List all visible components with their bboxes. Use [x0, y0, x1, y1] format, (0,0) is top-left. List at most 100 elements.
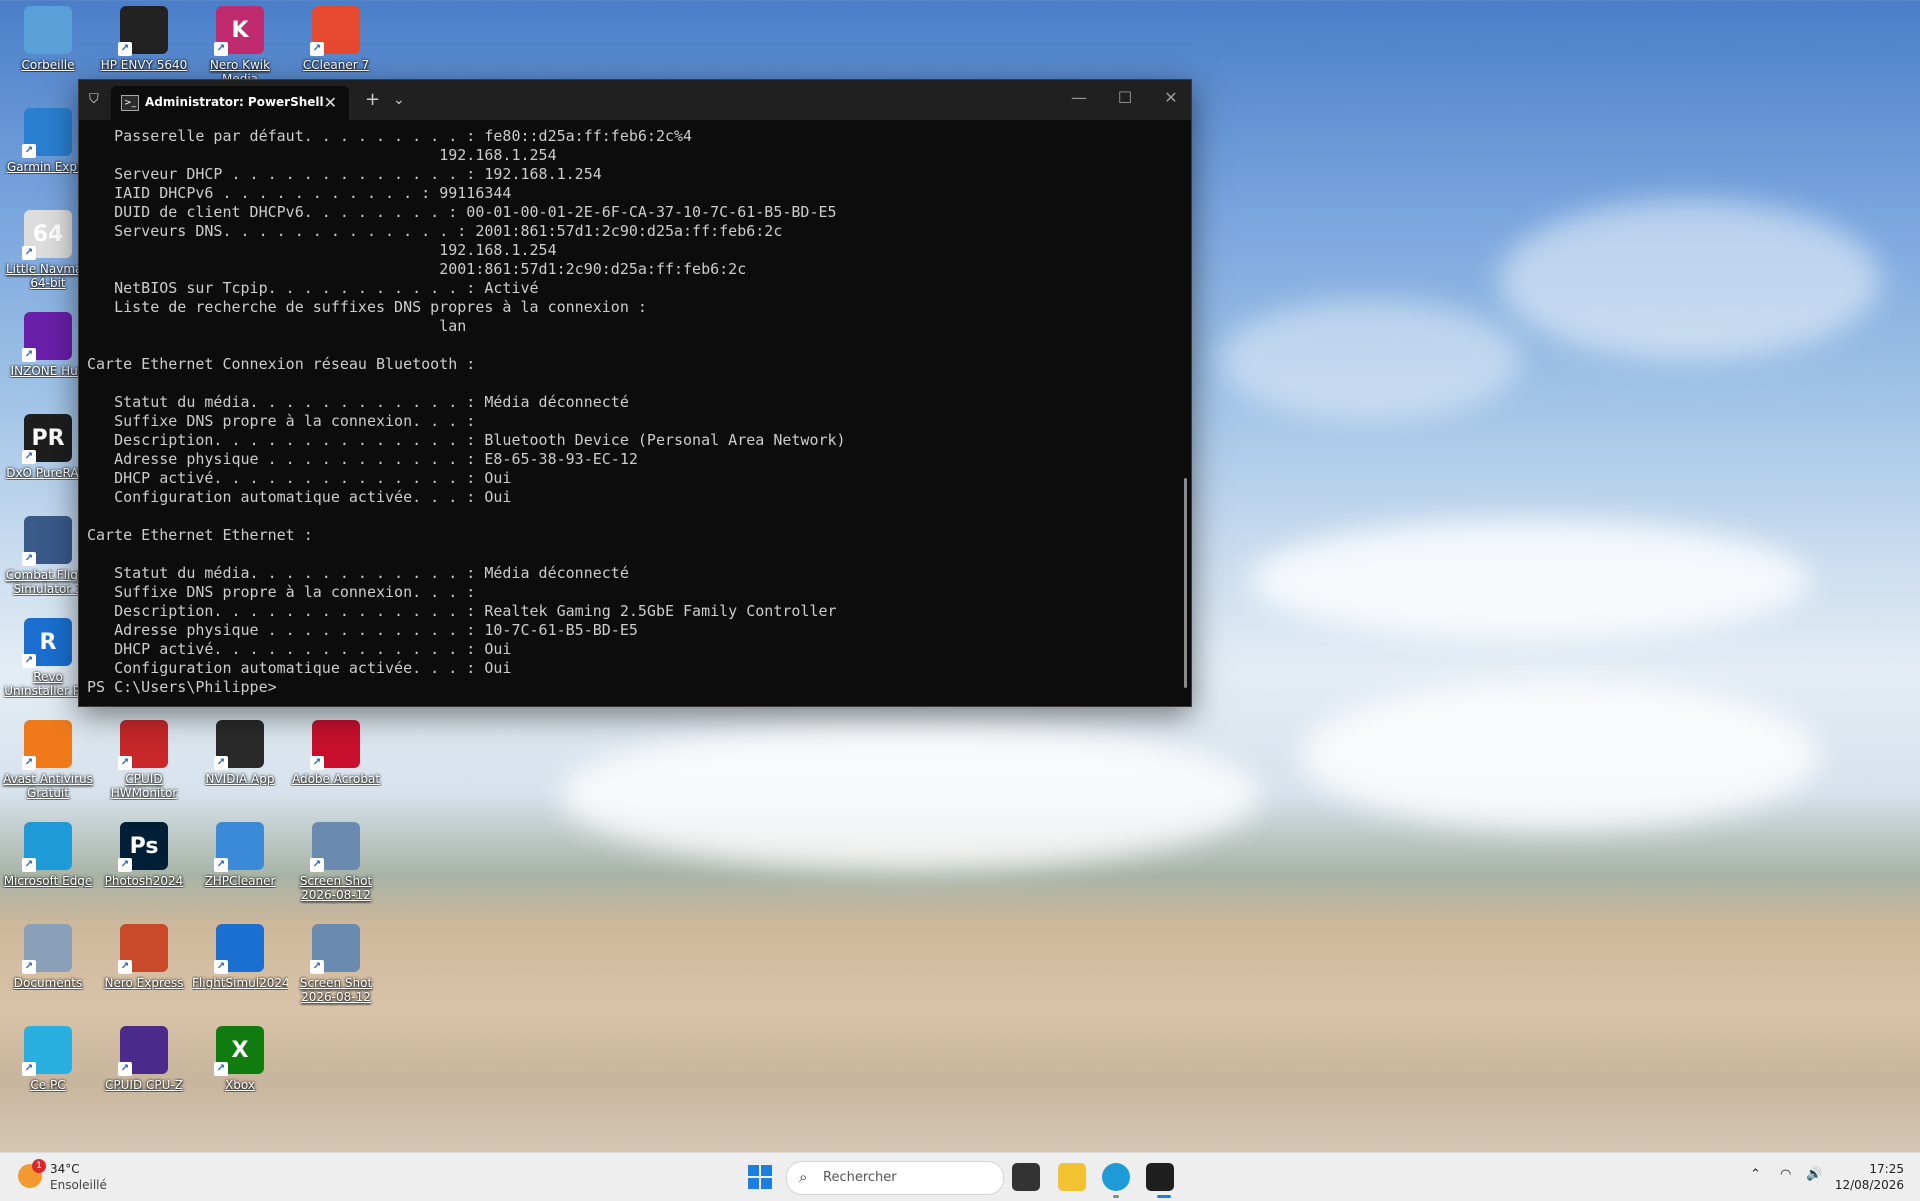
desktop-icon[interactable]: X ↗ Xbox — [192, 1020, 288, 1092]
cloud — [1250, 520, 1810, 640]
wifi-icon[interactable]: ◠ — [1780, 1167, 1791, 1182]
recycle-bin-icon — [24, 6, 72, 54]
shortcut-arrow-icon: ↗ — [22, 144, 36, 158]
shortcut-arrow-icon: ↗ — [310, 858, 324, 872]
desktop-icon[interactable]: ↗ ZHPCleaner — [192, 816, 288, 888]
console-line: Statut du média. . . . . . . . . . . . :… — [87, 393, 629, 411]
desktop-icon[interactable]: ↗ CPUID CPU-Z — [96, 1020, 192, 1092]
desktop-icon[interactable]: Ps ↗ Photosh2024 — [96, 816, 192, 888]
windows-logo-icon — [748, 1165, 759, 1176]
cloud — [1220, 300, 1520, 420]
weather-condition[interactable]: Ensoleillé — [50, 1178, 107, 1192]
scrollbar[interactable] — [1184, 478, 1187, 688]
desktop-icon-label: Nero Express — [104, 976, 184, 990]
weather-temperature[interactable]: 34°C — [50, 1162, 80, 1176]
console-line: Statut du média. . . . . . . . . . . . :… — [87, 564, 629, 582]
desktop-icon[interactable]: ↗ NVIDIA App — [192, 714, 288, 786]
windows-logo-icon — [748, 1178, 759, 1189]
desktop-icon-label: Xbox — [225, 1078, 255, 1092]
desktop-icon[interactable]: ↗ Nero Express — [96, 918, 192, 990]
desktop-icon[interactable]: Corbeille — [0, 0, 96, 72]
terminal-titlebar[interactable]: ⛉ >_ Administrator: PowerShell ✕ + ⌄ — ☐… — [79, 80, 1191, 120]
desktop-icon[interactable]: ↗ Screen Shot 2026-08-12 at... — [288, 816, 384, 904]
shortcut-arrow-icon: ↗ — [22, 756, 36, 770]
file-explorer-icon[interactable] — [1058, 1163, 1086, 1191]
nero-kwik-icon: K ↗ — [214, 6, 264, 56]
this-pc-icon: ↗ — [22, 1026, 72, 1076]
maximize-button[interactable]: ☐ — [1105, 88, 1145, 107]
shortcut-arrow-icon: ↗ — [118, 42, 132, 56]
desktop-icon-label: FlightSimul2024 — [192, 976, 288, 990]
console-line: 192.168.1.254 — [87, 146, 557, 164]
desktop-icon-label: CPUID HWMonitor — [110, 772, 178, 800]
desktop-icon[interactable]: ↗ CPUID HWMonitor — [96, 714, 192, 800]
desktop-icon-label: Corbeille — [21, 58, 75, 72]
desktop-icon-label: Adobe Acrobat — [291, 772, 381, 786]
desktop-icon-label: HP ENVY 5640 — [100, 58, 188, 72]
desktop-icon[interactable]: ↗ Adobe Acrobat — [288, 714, 384, 786]
xbox-icon: X ↗ — [214, 1026, 264, 1076]
desktop-icon[interactable]: ↗ Avast Antivirus Gratuit — [0, 714, 96, 800]
avast-icon: ↗ — [22, 720, 72, 770]
desktop-icon[interactable]: ↗ Microsoft Edge — [0, 816, 96, 888]
terminal-window[interactable]: ⛉ >_ Administrator: PowerShell ✕ + ⌄ — ☐… — [78, 79, 1192, 707]
screenshot-thumb-icon: ↗ — [310, 822, 360, 872]
chevron-up-icon[interactable]: ⌃ — [1750, 1167, 1761, 1182]
close-tab-icon[interactable]: ✕ — [324, 93, 337, 112]
acrobat-icon: ↗ — [310, 720, 360, 770]
desktop-icon-label: CPUID CPU-Z — [105, 1078, 183, 1092]
clock[interactable]: 17:25 12/08/2026 — [1835, 1161, 1904, 1193]
desktop-icon-label: Ce PC — [30, 1078, 66, 1092]
start-button[interactable] — [748, 1165, 772, 1189]
taskbar-search[interactable]: ⌕ Rechercher — [786, 1161, 1004, 1195]
terminal-taskbar-icon[interactable] — [1146, 1163, 1174, 1191]
powershell-icon: >_ — [121, 95, 139, 111]
navmap-icon: 64 ↗ — [22, 210, 72, 260]
taskbar: 1 34°C Ensoleillé ⌕ Rechercher ⌃ ◠ 🔊 17:… — [0, 1152, 1920, 1201]
desktop-icon[interactable]: ↗ FlightSimul2024 — [192, 918, 288, 990]
console-line: Description. . . . . . . . . . . . . . :… — [87, 431, 846, 449]
console-line: Suffixe DNS propre à la connexion. . . : — [87, 583, 476, 601]
new-tab-button[interactable]: + — [365, 90, 380, 110]
desktop-icon[interactable]: ↗ Screen Shot 2026-08-12 at... — [288, 918, 384, 1006]
desktop-icon[interactable]: ↗ Ce PC — [0, 1020, 96, 1092]
console-line: Carte Ethernet Connexion réseau Bluetoot… — [87, 355, 476, 373]
desktop-icon-label: Microsoft Edge — [3, 874, 93, 888]
shortcut-arrow-icon: ↗ — [22, 246, 36, 260]
windows-logo-icon — [761, 1165, 772, 1176]
cloud — [1500, 200, 1880, 360]
search-placeholder: Rechercher — [823, 1170, 897, 1185]
running-indicator — [1113, 1195, 1119, 1198]
task-view-icon[interactable] — [1012, 1163, 1040, 1191]
close-window-button[interactable]: ✕ — [1151, 88, 1191, 107]
shortcut-arrow-icon: ↗ — [118, 756, 132, 770]
ccleaner-icon: ↗ — [310, 6, 360, 56]
volume-icon[interactable]: 🔊 — [1806, 1167, 1822, 1182]
desktop-icon[interactable]: ↗ Documents — [0, 918, 96, 990]
dxo-icon: PR ↗ — [22, 414, 72, 464]
console-line: Serveurs DNS. . . . . . . . . . . . . : … — [87, 222, 783, 240]
desktop-icon[interactable]: K↗Nero Kwik Media — [192, 0, 288, 86]
windows-logo-icon — [761, 1178, 772, 1189]
desktop-icon[interactable]: ↗ HP ENVY 5640 — [96, 0, 192, 72]
console-line: DHCP activé. . . . . . . . . . . . . . :… — [87, 469, 512, 487]
nero-express-icon: ↗ — [118, 924, 168, 974]
tab-dropdown-button[interactable]: ⌄ — [393, 90, 405, 110]
tab-powershell[interactable]: >_ Administrator: PowerShell ✕ — [111, 86, 349, 120]
minimize-button[interactable]: — — [1059, 88, 1099, 107]
shortcut-arrow-icon: ↗ — [22, 1062, 36, 1076]
printer-icon: ↗ — [118, 6, 168, 56]
shortcut-arrow-icon: ↗ — [22, 348, 36, 362]
edge-taskbar-icon[interactable] — [1102, 1163, 1130, 1191]
desktop-icon[interactable]: ↗ CCleaner 7 — [288, 0, 384, 72]
desktop-icon-label: CCleaner 7 — [302, 58, 370, 72]
cpuz-icon: ↗ — [118, 1026, 168, 1076]
console-line: NetBIOS sur Tcpip. . . . . . . . . . . :… — [87, 279, 539, 297]
shortcut-arrow-icon: ↗ — [118, 858, 132, 872]
console-output[interactable]: Passerelle par défaut. . . . . . . . . :… — [87, 127, 1173, 700]
cfs3-icon: ↗ — [22, 516, 72, 566]
desktop-icon-label: Screen Shot 2026-08-12 at... — [299, 976, 373, 1006]
